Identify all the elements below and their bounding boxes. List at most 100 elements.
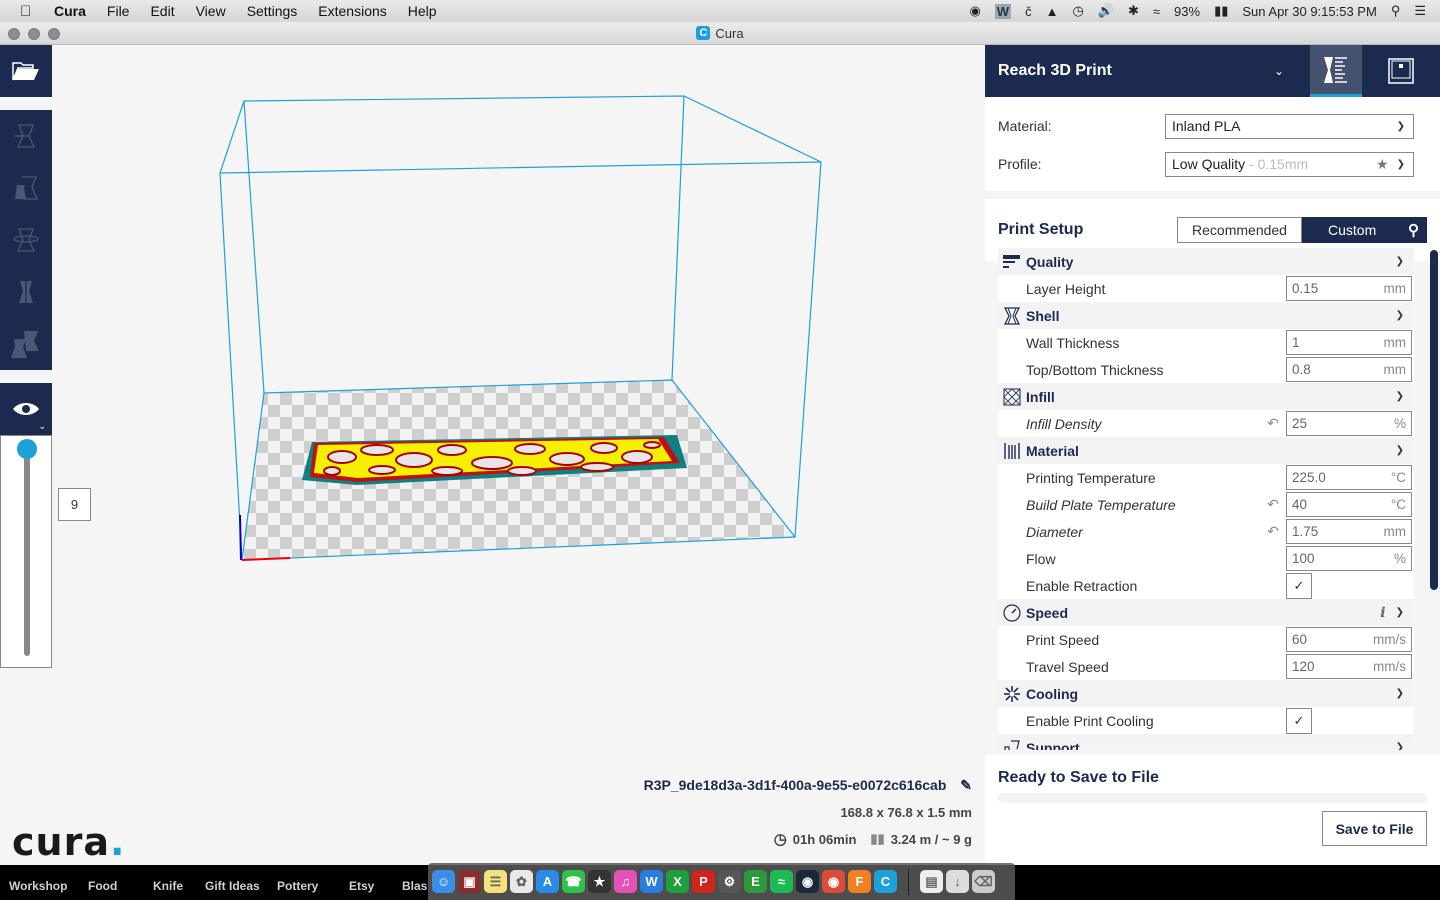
dock-chrome-icon[interactable]: ◉ [822,870,845,893]
settings-scrollbar[interactable] [1430,250,1438,590]
mirror-tool-button[interactable] [0,266,52,318]
material-dropdown[interactable]: Inland PLA ❯ [1165,113,1414,139]
menu-edit[interactable]: Edit [150,3,174,19]
status-globe-icon[interactable]: ◉ [969,3,980,19]
dock-powerpoint-icon[interactable]: P [692,870,715,893]
bookmark-knife[interactable]: Knife [153,879,183,893]
dock-evernote-icon[interactable]: E [744,870,767,893]
printer-selector[interactable]: Reach 3D Print [998,62,1274,80]
setting-input[interactable]: 225.0 °C [1286,465,1412,490]
info-icon[interactable]: i [1380,605,1385,621]
dock-fusion-360-icon[interactable]: F [848,870,871,893]
bluetooth-icon[interactable]: ✱ [1128,3,1139,19]
category-shell[interactable]: Shell ❯ [998,302,1414,329]
clock[interactable]: Sun Apr 30 9:15:53 PM [1242,4,1376,19]
bookmark-blas[interactable]: Blas [402,879,427,893]
category-support[interactable]: Support ❯ [998,734,1414,750]
dock-system-preferences-icon[interactable]: ⚙ [718,870,741,893]
menu-file[interactable]: File [107,3,130,19]
time-machine-icon[interactable]: ◷ [1072,3,1083,19]
close-window-button[interactable] [8,28,20,40]
build-volume-scene[interactable] [52,45,985,865]
setting-input[interactable]: 0.15 mm [1286,276,1412,301]
notification-center-icon[interactable]: ☰ [1414,3,1426,19]
bookmark-gift-ideas[interactable]: Gift Ideas [205,879,260,893]
reset-icon[interactable]: ↶ [1260,496,1286,513]
menu-extensions[interactable]: Extensions [318,3,386,19]
save-to-file-button[interactable]: Save to File [1322,811,1427,846]
search-settings-icon[interactable]: ⚲ [1408,221,1419,239]
battery-percent[interactable]: 93% [1174,4,1200,19]
bookmark-food[interactable]: Food [88,879,117,893]
apple-menu-icon[interactable]:  [20,3,36,20]
dock-downloads-icon[interactable]: ↓ [946,870,969,893]
category-quality[interactable]: Quality ❯ [998,248,1414,275]
dock-finder-icon[interactable]: ☺ [432,870,455,893]
dock-itunes-icon[interactable]: ♫ [614,870,637,893]
menu-app[interactable]: Cura [54,3,86,19]
settings-list[interactable]: Quality ❯ Layer Height 0.15 mm Shell ❯ Wall… [998,248,1414,750]
translate-tool-button[interactable] [0,110,52,162]
volume-icon[interactable]: 🔊 [1098,3,1114,19]
setting-input[interactable]: 25% [1286,411,1412,436]
setting-input[interactable]: 0.8 mm [1286,357,1412,382]
dock-steam-icon[interactable]: ◉ [796,870,819,893]
status-word-icon[interactable]: W [994,3,1012,19]
spotlight-icon[interactable]: ⚲ [1391,3,1401,19]
setting-input[interactable]: 120 mm/s [1286,654,1412,679]
view-mode-button[interactable]: ⌄ [0,383,52,435]
3d-viewport[interactable]: R3P_9de18d3a-3d1f-400a-9e55-e0072c616cab… [52,45,985,865]
tab-recommended[interactable]: Recommended [1177,217,1302,243]
open-file-button[interactable] [0,45,52,97]
dock-excel-icon[interactable]: X [666,870,689,893]
bookmark-etsy[interactable]: Etsy [349,879,374,893]
google-drive-icon[interactable]: ▲ [1046,4,1059,19]
dock-cura-icon[interactable]: C [874,870,897,893]
setting-input[interactable]: 100% [1286,546,1412,571]
menu-help[interactable]: Help [408,3,437,19]
reset-icon[interactable]: ↶ [1260,415,1286,432]
edit-name-icon[interactable]: ✎ [960,777,972,793]
dock-photo-booth-icon[interactable]: ▣ [458,870,481,893]
dock-photos-icon[interactable]: ✿ [510,870,533,893]
battery-icon[interactable]: ▮▮ [1214,3,1228,19]
setting-input[interactable]: 60 mm/s [1286,627,1412,652]
dock-spotify-icon[interactable]: ≈ [770,870,793,893]
dock-notes-icon[interactable]: ☰ [484,870,507,893]
tab-monitor[interactable] [1362,45,1440,97]
layer-slider-track[interactable] [24,456,30,656]
category-infill[interactable]: Infill ❯ [998,383,1414,410]
tab-custom[interactable]: Custom ⚲ [1302,217,1427,243]
bookmark-pottery[interactable]: Pottery [277,879,318,893]
dock-app-store-icon[interactable]: A [536,870,559,893]
layer-slider-handle[interactable] [17,439,37,459]
per-model-settings-button[interactable] [0,318,52,370]
dock-document-icon[interactable]: ▤ [920,870,943,893]
menu-settings[interactable]: Settings [247,3,298,19]
job-name[interactable]: R3P_9de18d3a-3d1f-400a-9e55-e0072c616cab… [644,777,972,794]
setting-input[interactable]: 1 mm [1286,330,1412,355]
category-cooling[interactable]: Cooling ❯ [998,680,1414,707]
setting-input[interactable]: 1.75 mm [1286,519,1412,544]
scale-tool-button[interactable] [0,162,52,214]
category-material[interactable]: Material ❯ [998,437,1414,464]
dock-word-icon[interactable]: W [640,870,663,893]
chevron-down-icon[interactable]: ⌄ [1274,64,1284,78]
setting-checkbox[interactable]: ✓ [1286,707,1312,734]
minimize-window-button[interactable] [28,28,40,40]
dock-trash-icon[interactable]: ⌫ [972,870,995,893]
star-icon[interactable]: ★ [1376,156,1389,173]
setting-input[interactable]: 40 °C [1286,492,1412,517]
tab-prepare[interactable] [1310,45,1362,97]
reset-icon[interactable]: ↶ [1260,523,1286,540]
setting-checkbox[interactable]: ✓ [1286,572,1312,599]
category-speed[interactable]: Speed i ❯ [998,599,1414,626]
status-app-icon[interactable]: č [1025,4,1032,19]
rotate-tool-button[interactable] [0,214,52,266]
profile-dropdown[interactable]: Low Quality - 0.15mm ★ ❯ [1165,151,1414,177]
current-layer-input[interactable]: 9 [58,488,91,521]
wifi-icon[interactable]: ≈ [1153,4,1160,19]
dock-facetime-icon[interactable]: ☎ [562,870,585,893]
bookmark-workshop[interactable]: Workshop [9,879,67,893]
maximize-window-button[interactable] [48,28,60,40]
